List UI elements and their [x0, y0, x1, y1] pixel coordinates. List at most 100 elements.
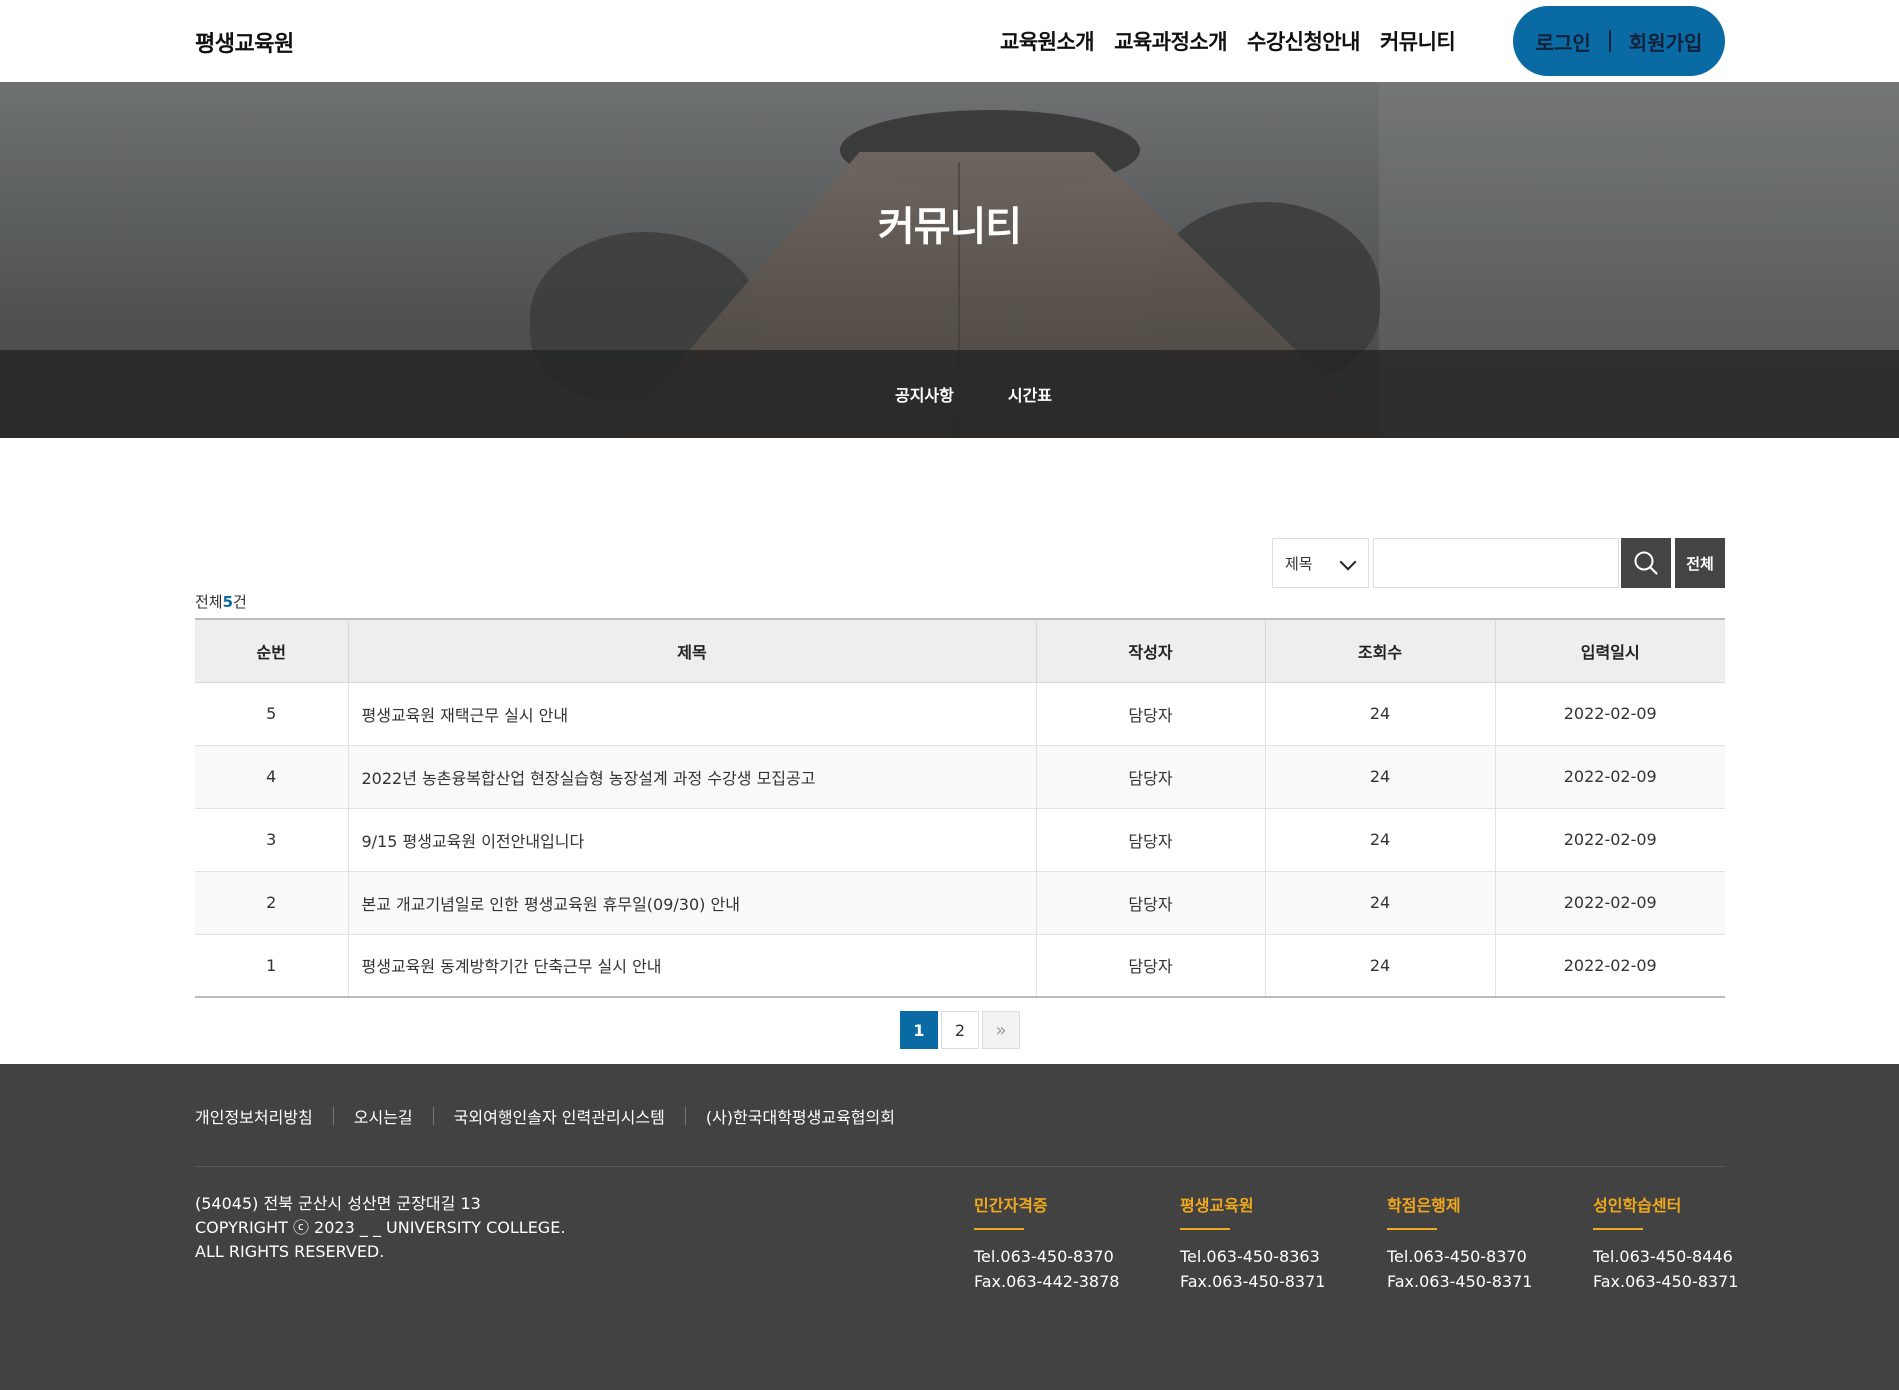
- auth-pill: 로그인 회원가입: [1513, 6, 1725, 76]
- footer-contact-title: 민간자격증: [974, 1192, 1048, 1230]
- footer-rights: ALL RIGHTS RESERVED.: [195, 1242, 385, 1261]
- page-button[interactable]: 2: [941, 1011, 979, 1049]
- subnav-item-notice[interactable]: 공지사항: [895, 382, 954, 406]
- cell-no: 5: [195, 682, 348, 746]
- cell-title-link[interactable]: 9/15 평생교육원 이전안내입니다: [347, 808, 1036, 872]
- footer-contact-tel: Tel.063-450-8446: [1593, 1247, 1733, 1266]
- footer-contact-numbers: Tel.063-450-8363 Fax.063-450-8371: [1180, 1244, 1326, 1294]
- site-footer: 개인정보처리방침 오시는길 국외여행인솔자 인력관리시스템 (사)한국대학평생교…: [0, 1064, 1899, 1390]
- footer-contact-tel: Tel.063-450-8370: [974, 1247, 1114, 1266]
- table-header-row: 순번 제목 작성자 조회수 입력일시: [195, 619, 1725, 683]
- footer-contact-fax: Fax.063-450-8371: [1593, 1272, 1739, 1291]
- footer-address: (54045) 전북 군산시 성산면 군장대길 13: [195, 1194, 481, 1213]
- cell-views: 24: [1264, 871, 1495, 935]
- cell-date: 2022-02-09: [1494, 808, 1725, 872]
- cell-author: 담당자: [1035, 934, 1265, 998]
- next-page-button[interactable]: »: [982, 1011, 1020, 1049]
- cell-views: 24: [1264, 745, 1495, 809]
- cell-no: 4: [195, 745, 348, 809]
- site-header: 평생교육원 교육원소개 교육과정소개 수강신청안내 커뮤니티 로그인 회원가입: [0, 0, 1899, 82]
- cell-date: 2022-02-09: [1494, 682, 1725, 746]
- cell-views: 24: [1264, 934, 1495, 998]
- cell-author: 담당자: [1035, 871, 1265, 935]
- total-count-number: 5: [222, 593, 234, 611]
- footer-contact-adult-learning: 성인학습센터 Tel.063-450-8446 Fax.063-450-8371: [1593, 1192, 1739, 1294]
- footer-link-privacy[interactable]: 개인정보처리방침: [195, 1104, 313, 1128]
- login-link[interactable]: 로그인: [1536, 27, 1591, 56]
- cell-title-link[interactable]: 본교 개교기념일로 인한 평생교육원 휴무일(09/30) 안내: [347, 871, 1036, 935]
- footer-contact-numbers: Tel.063-450-8446 Fax.063-450-8371: [1593, 1244, 1739, 1294]
- cell-author: 담당자: [1035, 745, 1265, 809]
- search-button[interactable]: [1621, 538, 1671, 588]
- cell-title-link[interactable]: 2022년 농촌융복합산업 현장실습형 농장설계 과정 수강생 모집공고: [347, 745, 1036, 809]
- cell-author: 담당자: [1035, 808, 1265, 872]
- cell-author: 담당자: [1035, 682, 1265, 746]
- search-icon: [1634, 551, 1658, 575]
- footer-contact-fax: Fax.063-450-8371: [1387, 1272, 1533, 1291]
- search-field-select[interactable]: 제목: [1272, 538, 1369, 588]
- auth-divider: [1608, 30, 1611, 52]
- table-row[interactable]: 1 평생교육원 동계방학기간 단축근무 실시 안내 담당자 24 2022-02…: [195, 934, 1725, 998]
- cell-no: 2: [195, 871, 348, 935]
- notice-table: 순번 제목 작성자 조회수 입력일시 5 평생교육원 재택근무 실시 안내 담당…: [195, 618, 1725, 998]
- show-all-button[interactable]: 전체: [1675, 538, 1725, 588]
- sub-nav: 공지사항 시간표: [0, 350, 1899, 438]
- footer-contact-tel: Tel.063-450-8363: [1180, 1247, 1320, 1266]
- footer-link-directions[interactable]: 오시는길: [354, 1104, 413, 1128]
- total-count-prefix: 전체: [195, 593, 223, 611]
- cell-title-link[interactable]: 평생교육원 재택근무 실시 안내: [347, 682, 1036, 746]
- total-count: 전체5건: [195, 591, 247, 612]
- search-input[interactable]: [1373, 538, 1619, 588]
- footer-contact-fax: Fax.063-442-3878: [974, 1272, 1120, 1291]
- column-header-views: 조회수: [1264, 619, 1495, 683]
- cell-no: 3: [195, 808, 348, 872]
- footer-contact-fax: Fax.063-450-8371: [1180, 1272, 1326, 1291]
- column-header-title: 제목: [347, 619, 1036, 683]
- table-row[interactable]: 3 9/15 평생교육원 이전안내입니다 담당자 24 2022-02-09: [195, 808, 1725, 872]
- total-count-suffix: 건: [233, 593, 247, 611]
- footer-link-tour-guide-system[interactable]: 국외여행인솔자 인력관리시스템: [454, 1104, 665, 1128]
- footer-divider: [195, 1166, 1725, 1167]
- cell-views: 24: [1264, 808, 1495, 872]
- footer-contact-lifelong: 평생교육원 Tel.063-450-8363 Fax.063-450-8371: [1180, 1192, 1326, 1294]
- cell-title-link[interactable]: 평생교육원 동계방학기간 단축근무 실시 안내: [347, 934, 1036, 998]
- table-row[interactable]: 4 2022년 농촌융복합산업 현장실습형 농장설계 과정 수강생 모집공고 담…: [195, 745, 1725, 809]
- table-row[interactable]: 2 본교 개교기념일로 인한 평생교육원 휴무일(09/30) 안내 담당자 2…: [195, 871, 1725, 935]
- chevron-down-icon: [1339, 553, 1357, 571]
- column-header-date: 입력일시: [1494, 619, 1725, 683]
- footer-contact-title: 학점은행제: [1387, 1192, 1461, 1230]
- column-header-no: 순번: [195, 619, 348, 683]
- nav-item-community[interactable]: 커뮤니티: [1380, 26, 1456, 56]
- footer-contact-numbers: Tel.063-450-8370 Fax.063-442-3878: [974, 1244, 1120, 1294]
- footer-link-divider: [432, 1107, 434, 1125]
- footer-link-divider: [684, 1107, 686, 1125]
- page-button-current[interactable]: 1: [900, 1011, 938, 1049]
- footer-address-block: (54045) 전북 군산시 성산면 군장대길 13 COPYRIGHT ⓒ 2…: [195, 1192, 565, 1264]
- pagination: 1 2 »: [900, 1011, 1020, 1049]
- hero-banner: 커뮤니티 공지사항 시간표: [0, 82, 1899, 438]
- subnav-item-timetable[interactable]: 시간표: [1008, 382, 1052, 406]
- footer-link-divider: [332, 1107, 334, 1125]
- nav-item-about[interactable]: 교육원소개: [1000, 26, 1095, 56]
- cell-date: 2022-02-09: [1494, 745, 1725, 809]
- main-nav: 교육원소개 교육과정소개 수강신청안내 커뮤니티: [1000, 26, 1456, 56]
- footer-contact-numbers: Tel.063-450-8370 Fax.063-450-8371: [1387, 1244, 1533, 1294]
- table-row[interactable]: 5 평생교육원 재택근무 실시 안내 담당자 24 2022-02-09: [195, 682, 1725, 746]
- cell-no: 1: [195, 934, 348, 998]
- footer-contact-credit-bank: 학점은행제 Tel.063-450-8370 Fax.063-450-8371: [1387, 1192, 1533, 1294]
- join-link[interactable]: 회원가입: [1629, 27, 1703, 56]
- cell-date: 2022-02-09: [1494, 871, 1725, 935]
- cell-views: 24: [1264, 682, 1495, 746]
- footer-contact-title: 성인학습센터: [1593, 1192, 1681, 1230]
- footer-contact-title: 평생교육원: [1180, 1192, 1254, 1230]
- nav-item-enrollment[interactable]: 수강신청안내: [1247, 26, 1360, 56]
- column-header-author: 작성자: [1035, 619, 1265, 683]
- search-field-selected-label: 제목: [1285, 554, 1313, 573]
- footer-contact-certificate: 민간자격증 Tel.063-450-8370 Fax.063-442-3878: [974, 1192, 1120, 1294]
- footer-links: 개인정보처리방침 오시는길 국외여행인솔자 인력관리시스템 (사)한국대학평생교…: [195, 1104, 895, 1128]
- site-logo[interactable]: 평생교육원: [195, 26, 294, 58]
- footer-link-association[interactable]: (사)한국대학평생교육협의회: [706, 1104, 895, 1128]
- footer-copyright: COPYRIGHT ⓒ 2023 _ _ UNIVERSITY COLLEGE.: [195, 1218, 566, 1237]
- footer-contact-tel: Tel.063-450-8370: [1387, 1247, 1527, 1266]
- nav-item-courses[interactable]: 교육과정소개: [1114, 26, 1227, 56]
